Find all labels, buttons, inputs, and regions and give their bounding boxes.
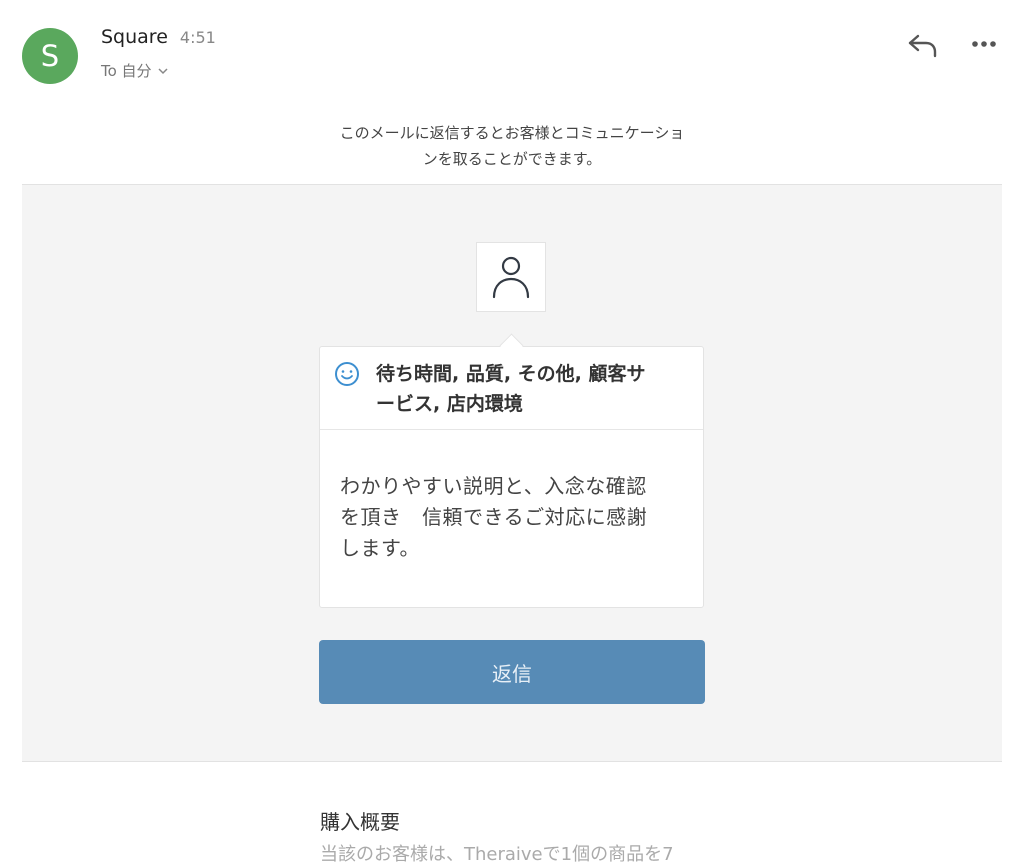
sender-avatar[interactable]: S [22,28,78,84]
sender-row: Square 4:51 [101,26,216,48]
categories-line: ービス, 店内環境 [376,393,523,415]
reply-notice: このメールに返信するとお客様とコミュニケーショ ンを取ることができます。 [312,120,712,172]
customer-avatar-box [476,242,546,312]
smile-icon [335,362,359,386]
sent-time: 4:51 [179,28,216,47]
recipient-label: To 自分 [101,62,152,80]
email-view: S Square 4:51 To 自分 このメールに返信するとお客様とコミュニケ… [0,0,1024,863]
comment-line: を頂き 信頼できるご対応に感謝 [340,505,648,529]
more-options-icon[interactable] [966,32,1002,56]
feedback-card: 待ち時間, 品質, その他, 顧客サ ービス, 店内環境 わかりやすい説明と、入… [319,346,704,608]
categories-line: 待ち時間, 品質, その他, 顧客サ [376,363,646,385]
sender-name[interactable]: Square [101,26,168,48]
recipient-toggle[interactable]: To 自分 [101,60,170,81]
purchase-summary-text: 当該のお客様は、Theraiveで1個の商品を7 [320,844,674,863]
purchase-summary-title: 購入概要 [320,810,400,834]
comment-line: します。 [340,536,420,560]
reply-button[interactable]: 返信 [319,640,705,704]
person-outline-icon [492,256,530,299]
feedback-comment: わかりやすい説明と、入念な確認 を頂き 信頼できるご対応に感謝 します。 [340,471,685,564]
avatar-letter: S [40,39,60,73]
comment-line: わかりやすい説明と、入念な確認 [340,474,647,498]
reply-icon[interactable] [906,30,940,60]
feedback-card-header: 待ち時間, 品質, その他, 顧客サ ービス, 店内環境 [320,347,703,430]
notice-line: このメールに返信するとお客様とコミュニケーショ [339,124,685,142]
chevron-down-icon [158,67,168,74]
feedback-categories: 待ち時間, 品質, その他, 顧客サ ービス, 店内環境 [376,359,692,419]
notice-line: ンを取ることができます。 [422,150,602,168]
